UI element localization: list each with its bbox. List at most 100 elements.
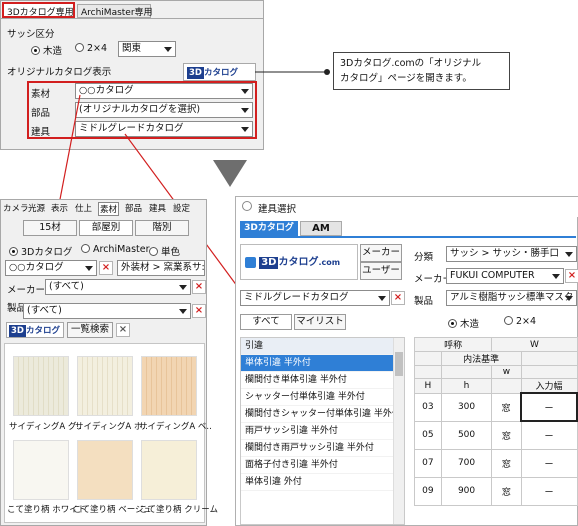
catalog-select[interactable]: ○○カタログ <box>5 260 97 276</box>
fitting-catalog-select[interactable]: ミドルグレードカタログ <box>240 290 390 306</box>
tab-display[interactable]: 表示 <box>51 202 68 214</box>
close-icon[interactable]: × <box>116 323 130 337</box>
dialog-title: 建具選択 <box>258 204 297 215</box>
close-icon[interactable]: × <box>565 269 578 283</box>
list-scrollbar[interactable] <box>393 338 404 524</box>
dialog-tab-3d[interactable]: 3Dカタログ <box>240 221 298 236</box>
list-header: 引違 <box>241 338 404 355</box>
swatch-label: サイディングA ベ.. <box>139 422 212 432</box>
maker-select[interactable]: FUKUI COMPUTER <box>446 268 564 284</box>
chevron-down-icon <box>375 291 389 305</box>
swatch-tile[interactable] <box>77 440 133 500</box>
bunrui-select[interactable]: サッシ > サッシ・勝手口 <box>446 246 577 262</box>
radio-solid-color[interactable]: 単色 <box>149 244 180 258</box>
grid-header <box>414 365 442 379</box>
grid-header <box>491 378 522 394</box>
swatch-tile[interactable] <box>77 356 133 416</box>
grid-header: w <box>491 365 522 379</box>
subtab-room[interactable]: 部屋別 <box>79 220 133 236</box>
chevron-down-icon <box>176 280 190 294</box>
grid-header <box>520 351 578 366</box>
radio-2x4[interactable]: 2×4 <box>504 316 536 327</box>
product-label: 製品 <box>414 296 434 307</box>
close-icon[interactable]: × <box>192 304 206 318</box>
tab-material[interactable]: 素材 <box>98 202 120 216</box>
grid-header: h <box>440 378 493 394</box>
3d-logo-icon: 3D <box>9 325 26 337</box>
3dcatalog-com-logo[interactable]: 3D カタログ.com <box>240 244 358 280</box>
table-row: 09 900 窓 ー <box>414 476 578 506</box>
list-item[interactable]: 欄間付き単体引違 半外付 <box>241 372 404 389</box>
maker-select[interactable]: (すべて) <box>45 279 191 295</box>
grid-cell[interactable]: ー <box>520 448 578 478</box>
list-item[interactable]: 単体引違 半外付 <box>241 355 404 372</box>
grid-cell[interactable]: ー <box>520 420 578 450</box>
subtab-material[interactable]: 15材 <box>23 220 77 236</box>
grid-cell: 窓 <box>491 420 522 450</box>
swatch-tile[interactable] <box>141 440 197 500</box>
material-panel: カメラ 光源 表示 仕上 素材 部品 建具 設定 15材 部屋別 階別 3Dカタ… <box>0 199 218 526</box>
grid-header-row: 内法基準 <box>414 351 578 366</box>
tab-underline <box>240 236 576 238</box>
tab-light[interactable]: 光源 <box>28 202 45 214</box>
grid-cell[interactable]: ー <box>520 476 578 506</box>
list-item[interactable]: 面格子付き引違 半外付 <box>241 457 404 474</box>
grid-header-row: 呼称 W <box>413 337 578 352</box>
tab-fitting[interactable]: 建具 <box>149 202 166 214</box>
table-row: 03 300 窓 ー <box>414 392 578 422</box>
category-select[interactable]: 外装材 > 窯業系サ: <box>117 260 205 276</box>
mylist-button[interactable]: マイリスト <box>294 314 346 330</box>
scroll-thumb[interactable] <box>395 352 403 376</box>
user-button[interactable]: ユーザー <box>360 262 402 280</box>
grid-header-row: w <box>414 365 578 379</box>
list-item[interactable]: 欄間付き雨戸サッシ引違 半外付 <box>241 440 404 457</box>
radio-3dcatalog[interactable]: 3Dカタログ <box>9 244 72 258</box>
radio-archimaster[interactable]: ArchiMaster <box>81 244 150 255</box>
3dcatalog-button[interactable]: 3D カタログ <box>6 322 64 338</box>
chevron-down-icon <box>562 291 576 305</box>
fitting-list: 引違 単体引違 半外付 欄間付き単体引違 半外付 シャッター付単体引違 半外付 … <box>240 337 405 525</box>
tab-camera[interactable]: カメラ <box>3 202 29 214</box>
grid-cell[interactable]: ー <box>520 392 578 422</box>
list-item[interactable]: 欄間付きシャッター付単体引違 半外付 <box>241 406 404 423</box>
panel-tabs: カメラ 光源 表示 仕上 素材 部品 建具 設定 <box>1 202 206 216</box>
close-icon[interactable]: × <box>99 261 113 275</box>
close-icon[interactable]: × <box>391 291 405 305</box>
maker-button[interactable]: メーカー <box>360 244 402 262</box>
list-search-button[interactable]: 一覧検索 <box>67 322 113 338</box>
callout-leader-dot <box>324 69 330 75</box>
product-select[interactable]: アルミ樹脂サッシ標準マスタ <box>446 290 577 306</box>
radio-dot <box>81 244 90 253</box>
grid-cell: 窓 <box>491 476 522 506</box>
swatch-tile[interactable] <box>141 356 197 416</box>
product-select[interactable]: (すべて) <box>23 303 191 319</box>
chevron-down-icon <box>562 247 576 261</box>
close-icon[interactable]: × <box>192 280 206 294</box>
list-item[interactable]: シャッター付単体引違 半外付 <box>241 389 404 406</box>
grid-cell: 07 <box>414 448 442 478</box>
grid-cell: 05 <box>414 420 442 450</box>
app-icon <box>242 201 252 211</box>
tab-parts[interactable]: 部品 <box>125 202 142 214</box>
download-icon <box>245 256 256 268</box>
table-row: 07 700 窓 ー <box>414 448 578 478</box>
subtab-floor[interactable]: 階別 <box>135 220 189 236</box>
dialog-tab-am[interactable]: AM <box>300 221 342 236</box>
grid-header: W <box>491 337 578 352</box>
dialog-titlebar: 建具選択 <box>236 197 578 217</box>
tab-finish[interactable]: 仕上 <box>75 202 92 214</box>
grid-cell: 500 <box>440 420 493 450</box>
grid-header <box>414 351 442 366</box>
grid-header-row: H h 入力幅 <box>414 378 578 394</box>
grid-cell: 700 <box>440 448 493 478</box>
swatch-tile[interactable] <box>13 356 69 416</box>
bunrui-label: 分類 <box>414 252 434 263</box>
list-item[interactable]: 雨戸サッシ引違 半外付 <box>241 423 404 440</box>
list-item[interactable]: 単体引違 外付 <box>241 474 404 491</box>
swatch-tile[interactable] <box>13 440 69 500</box>
radio-wood[interactable]: 木造 <box>448 316 479 330</box>
tab-settings[interactable]: 設定 <box>173 202 190 214</box>
down-triangle-icon <box>213 160 247 187</box>
grid-header <box>440 365 493 379</box>
all-button[interactable]: すべて <box>240 314 292 330</box>
